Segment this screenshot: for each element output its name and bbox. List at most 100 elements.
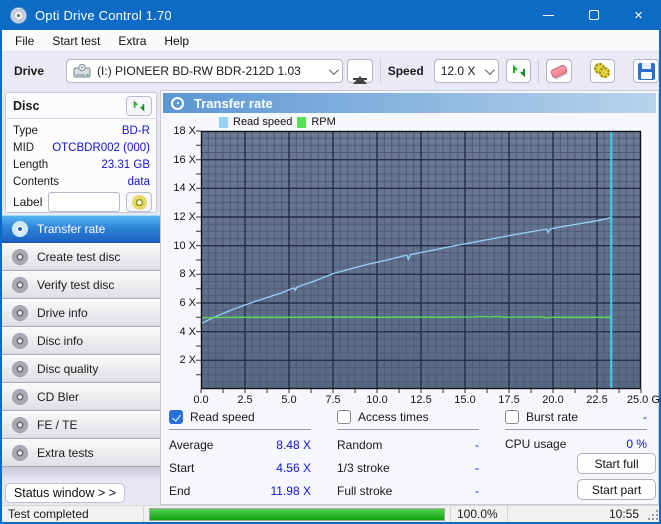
sidebar-item-label: FE / TE [37,418,77,432]
stat-label: End [169,484,190,498]
transfer-rate-chart [201,131,641,389]
sidebar-item-disc-info[interactable]: Disc info [2,327,160,355]
elapsed-time: 10:55 [508,506,645,522]
y-tick-label: 16 X [162,154,196,166]
titlebar: Opti Drive Control 1.70 × [0,0,661,30]
read-speed-row-end: End 11.98 X [169,484,311,498]
maximize-button[interactable] [571,0,616,30]
x-tick-label: 0.0 [193,394,208,406]
eject-button[interactable] [347,59,373,83]
chart-title: Transfer rate [194,96,273,111]
legend-label-rpm: RPM [311,116,335,128]
minimize-icon [543,15,554,16]
sidebar-item-label: Disc quality [37,362,98,376]
disc-label-input[interactable] [48,192,120,212]
progress-percent: 100.0% [450,506,508,522]
read-speed-checkbox[interactable] [169,410,183,424]
settings-button[interactable] [590,59,616,83]
menu-item-extra[interactable]: Extra [109,32,155,50]
toolbar-separator [538,59,539,83]
save-button[interactable] [633,59,659,83]
sidebar-fade [2,467,160,481]
sidebar-item-cd-bler[interactable]: CD Bler [2,383,160,411]
disc-panel: Disc TypeBD-RMIDOTCBDR002 (000)Length23.… [5,92,157,213]
disc-icon [12,221,28,237]
disc-refresh-button[interactable] [126,96,152,116]
speed-value: 12.0 X [441,64,476,78]
start-full-button[interactable]: Start full [577,453,656,474]
refresh-icon [132,99,146,113]
sidebar-item-label: Verify test disc [37,278,114,292]
menu-item-start-test[interactable]: Start test [43,32,109,50]
disc-panel-title: Disc [13,99,39,113]
y-tick-label: 12 X [162,211,196,223]
stat-value: - [475,461,479,475]
sidebar-item-label: Drive info [37,306,88,320]
stat-label: Full stroke [337,484,392,498]
resize-grip-icon[interactable] [645,507,659,521]
read-speed-row-average: Average8.48 X [169,438,311,452]
stat-value: 11.98 X [271,484,311,498]
gears-icon [594,63,612,79]
sidebar-item-fe-te[interactable]: FE / TE [2,411,160,439]
erase-disc-button[interactable] [546,59,572,83]
speed-select[interactable]: 12.0 X [434,59,499,83]
access-times-label: Access times [358,410,429,424]
disc-label-button[interactable] [126,192,152,212]
x-tick-label: 5.0 [281,394,296,406]
disc-row-contents: Contentsdata [13,173,150,190]
access-times-row-1-3-stroke: 1/3 stroke- [337,461,479,475]
drive-select[interactable]: (I:) PIONEER BD-RW BDR-212D 1.03 [66,59,343,83]
app-disc-icon [10,7,27,24]
minimize-button[interactable] [526,0,571,30]
disc-icon [12,389,28,405]
sidebar-item-transfer-rate[interactable]: Transfer rate [2,215,160,243]
cpu-usage-label: CPU usage [505,437,566,451]
sidebar-item-drive-info[interactable]: Drive info [2,299,160,327]
divider [169,429,311,430]
y-tick-label: 2 X [162,354,196,366]
drive-label: Drive [14,64,44,78]
sidebar-item-label: Transfer rate [37,222,105,236]
toolbar: Drive (I:) PIONEER BD-RW BDR-212D 1.03 S… [2,52,659,90]
menu-item-help[interactable]: Help [155,32,198,50]
disc-icon [12,277,28,293]
stat-label: Start [169,461,194,475]
disc-row-value: BD-R [122,125,150,137]
menu-item-file[interactable]: File [6,32,43,50]
statusbar: Test completed 100.0% 10:55 [2,505,659,522]
start-part-button[interactable]: Start part [577,479,656,500]
close-button[interactable]: × [616,0,661,30]
disc-row-label: Type [13,125,38,137]
progress-bar [149,508,445,521]
refresh-button[interactable] [506,59,532,83]
cpu-usage-value: 0 % [626,437,647,451]
maximize-icon [589,10,599,20]
access-times-checkbox[interactable] [337,410,351,424]
x-tick-label: 12.5 [410,394,431,406]
menubar: FileStart testExtraHelp [2,30,659,52]
sidebar-item-disc-quality[interactable]: Disc quality [2,355,160,383]
stat-value: - [475,438,479,452]
burst-rate-checkbox[interactable] [505,410,519,424]
stat-label: Random [337,438,382,452]
disc-row-label: Length [13,159,48,171]
status-window-button[interactable]: Status window > > [5,483,125,503]
sidebar-item-extra-tests[interactable]: Extra tests [2,439,160,467]
disc-row-label: Contents [13,176,59,188]
burst-rate-column: Burst rate - CPU usage 0 % [505,409,647,430]
gold-disc-icon [132,195,147,210]
stat-value: - [475,484,479,498]
sidebar-menu: Transfer rate Create test disc Verify test… [2,215,160,467]
disc-label-caption: Label [13,195,42,209]
drive-value: (I:) PIONEER BD-RW BDR-212D 1.03 [97,64,301,78]
disc-row-label: MID [13,142,34,154]
y-tick-label: 18 X [162,125,196,137]
chart-legend: Read speedRPM [219,116,336,128]
x-tick-label: 22.5 [586,394,607,406]
legend-swatch-read-speed [219,117,228,128]
read-speed-row-start: Start 4.56 X [169,461,311,475]
sidebar-item-create-test-disc[interactable]: Create test disc [2,243,160,271]
stat-value: 4.56 X [276,461,311,475]
sidebar-item-verify-test-disc[interactable]: Verify test disc [2,271,160,299]
